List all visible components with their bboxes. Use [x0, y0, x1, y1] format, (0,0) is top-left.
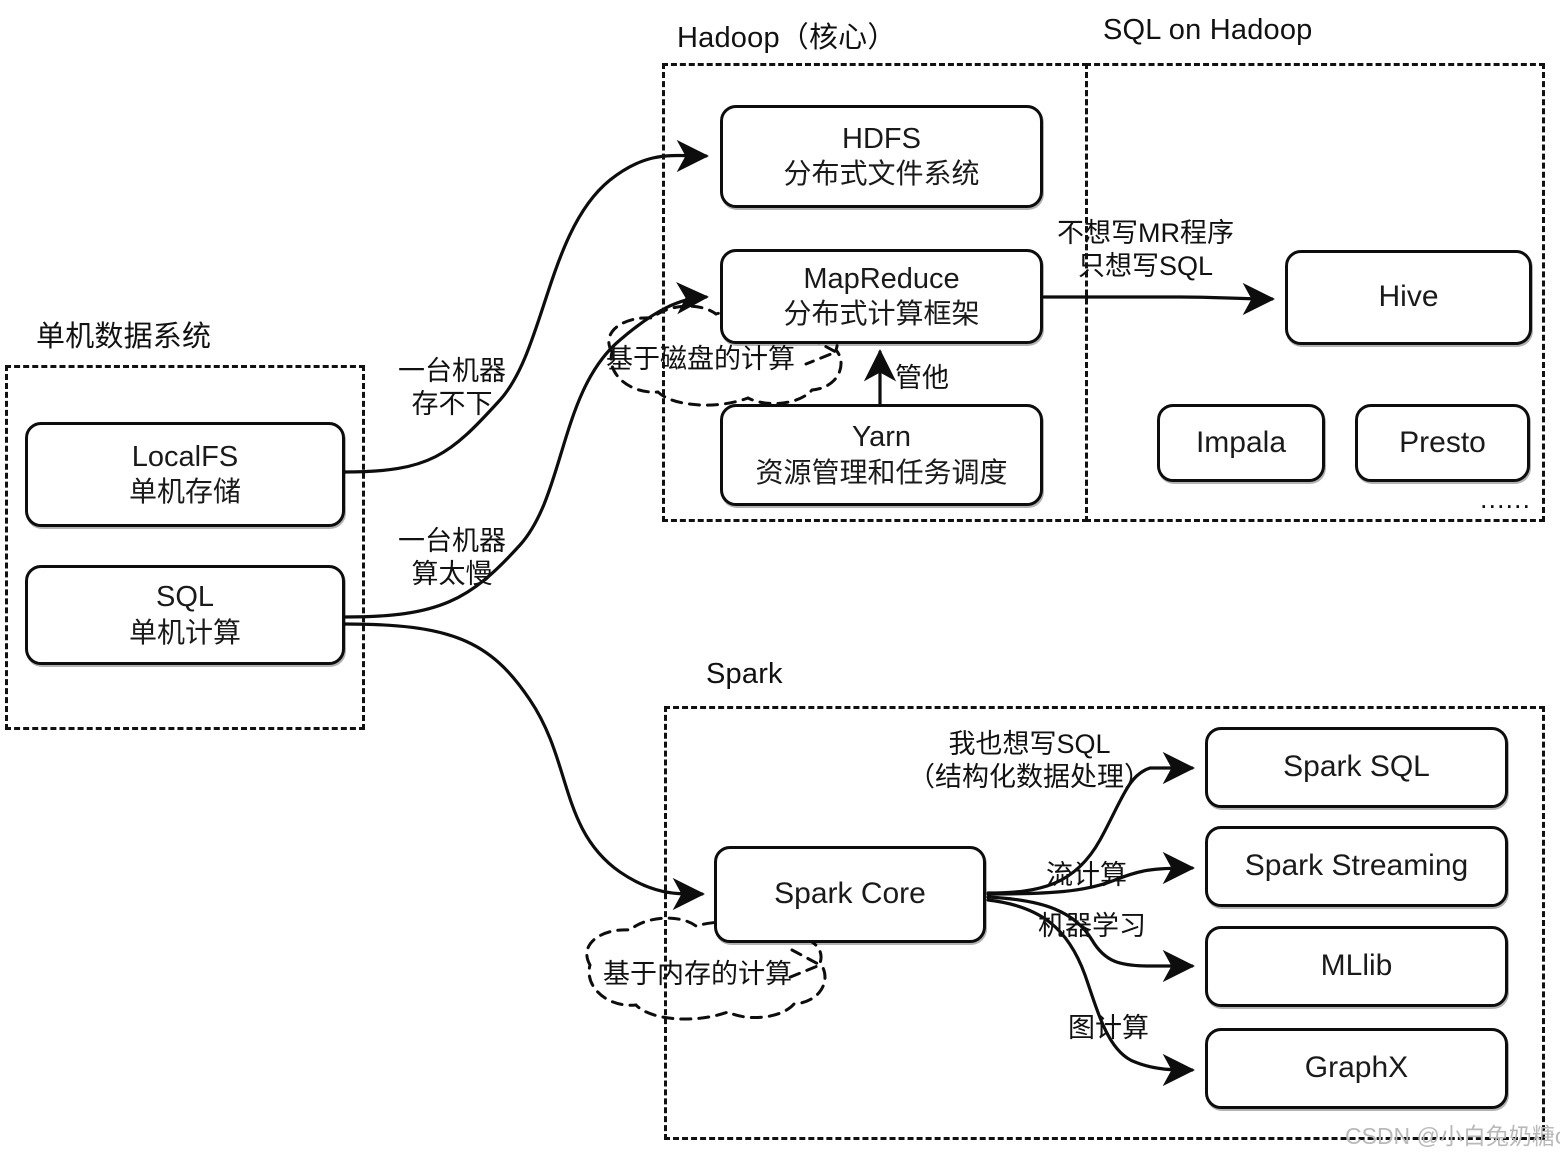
edge-label-streaming: 流计算 [1046, 860, 1127, 890]
edge-label-yarn-manages: 管他 [895, 363, 949, 393]
group-title-spark: Spark [706, 658, 783, 690]
edge-sql-to-sparkcore [343, 622, 705, 911]
node-yarn-subtitle: 资源管理和任务调度 [755, 456, 1008, 488]
diagram-canvas: 单机数据系统 Hadoop（核心） SQL on Hadoop Spark Lo… [0, 0, 1560, 1152]
node-spark-core-title: Spark Core [774, 877, 926, 911]
node-spark-core[interactable]: Spark Core [714, 846, 986, 943]
node-sql-local-subtitle: 单机计算 [128, 616, 241, 648]
node-mllib-title: MLlib [1320, 949, 1393, 983]
node-localfs-subtitle: 单机存储 [128, 476, 241, 508]
node-yarn-title: Yarn [851, 421, 912, 454]
edge-label-compute-slow-line1: 一台机器 [398, 526, 506, 556]
group-title-sql-on-hadoop: SQL on Hadoop [1103, 14, 1313, 46]
node-sql-local[interactable]: SQL 单机计算 [25, 565, 345, 665]
node-yarn[interactable]: Yarn 资源管理和任务调度 [720, 404, 1043, 506]
edge-label-storage-limit-line2: 存不下 [411, 388, 493, 419]
edge-localfs-to-hdfs [343, 139, 709, 474]
node-spark-sql[interactable]: Spark SQL [1205, 727, 1508, 808]
node-impala[interactable]: Impala [1157, 404, 1325, 482]
group-title-standalone: 单机数据系统 [36, 321, 212, 353]
node-sql-local-title: SQL [155, 581, 215, 614]
edge-label-no-mr-line1: 不想写MR程序 [1057, 218, 1234, 248]
edge-label-storage-limit: 一台机器 存不下 [398, 355, 506, 421]
csdn-watermark: CSDN @小白兔奶糖ovo [1345, 1123, 1560, 1149]
edge-label-no-mr-program: 不想写MR程序 只想写SQL [1057, 217, 1234, 283]
node-mapreduce[interactable]: MapReduce 分布式计算框架 [720, 249, 1043, 344]
node-graphx-title: GraphX [1304, 1051, 1409, 1085]
edge-label-spark-sql-line1: 我也想写SQL [948, 729, 1111, 759]
node-spark-streaming[interactable]: Spark Streaming [1205, 826, 1508, 907]
node-mllib[interactable]: MLlib [1205, 926, 1508, 1007]
edge-label-no-mr-line2: 只想写SQL [1077, 250, 1214, 281]
node-hdfs[interactable]: HDFS 分布式文件系统 [720, 105, 1043, 208]
edge-label-machine-learning: 机器学习 [1038, 911, 1146, 941]
node-mapreduce-title: MapReduce [803, 262, 960, 295]
group-standalone-system [5, 365, 365, 730]
edge-label-storage-limit-line1: 一台机器 [398, 356, 506, 386]
edge-label-compute-slow-line2: 算太慢 [411, 558, 493, 589]
edge-label-compute-slow: 一台机器 算太慢 [398, 525, 506, 591]
edge-label-spark-sql-line2: （结构化数据处理） [908, 761, 1151, 792]
node-localfs-title: LocalFS [131, 440, 239, 473]
node-hdfs-subtitle: 分布式文件系统 [783, 158, 980, 190]
node-hdfs-title: HDFS [842, 122, 921, 155]
node-mapreduce-subtitle: 分布式计算框架 [783, 298, 980, 330]
node-graphx[interactable]: GraphX [1205, 1028, 1508, 1109]
node-impala-title: Impala [1195, 425, 1287, 459]
node-hive[interactable]: Hive [1285, 250, 1532, 345]
edge-label-graph-computing: 图计算 [1068, 1013, 1149, 1043]
annotation-memory-based-computing: 基于内存的计算 [603, 959, 792, 989]
node-spark-sql-title: Spark SQL [1283, 750, 1430, 784]
annotation-disk-based-computing: 基于磁盘的计算 [606, 344, 795, 374]
node-presto-title: Presto [1399, 425, 1486, 459]
node-spark-streaming-title: Spark Streaming [1244, 849, 1469, 883]
node-presto[interactable]: Presto [1355, 404, 1530, 482]
edge-label-spark-sql-reason: 我也想写SQL （结构化数据处理） [908, 728, 1151, 794]
node-localfs[interactable]: LocalFS 单机存储 [25, 422, 345, 527]
group-title-hadoop-core: Hadoop（核心） [677, 22, 897, 54]
sql-on-hadoop-more-indicator: ...... [1480, 484, 1532, 514]
node-hive-title: Hive [1378, 280, 1439, 314]
